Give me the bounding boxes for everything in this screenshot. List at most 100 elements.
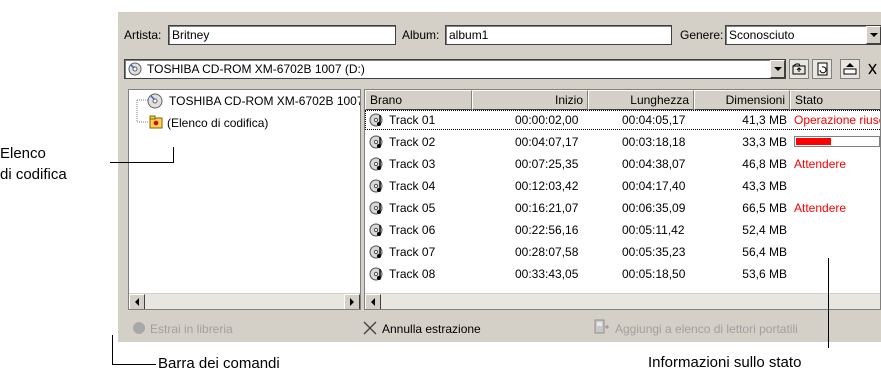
track-size: 53,6 MB — [742, 267, 787, 281]
callout-line-encoding-v — [173, 147, 174, 163]
column-header-track[interactable]: Brano — [365, 90, 472, 110]
album-label: Album: — [402, 28, 440, 42]
list-hscrollbar[interactable] — [365, 293, 880, 309]
music-track-icon — [369, 266, 385, 285]
music-track-icon — [369, 222, 385, 241]
track-name: Track 01 — [389, 113, 436, 127]
drive-select[interactable]: TOSHIBA CD-ROM XM-6702B 1007 (D:) — [124, 59, 786, 79]
cd-icon — [147, 93, 163, 112]
portable-player-icon — [593, 319, 611, 338]
track-start: 00:33:43,05 — [515, 267, 579, 281]
track-row[interactable]: Track 06 00:22:56,16 00:05:11,42 52,4 MB — [365, 220, 880, 241]
track-length: 00:04:17,40 — [622, 179, 686, 193]
callout-command-bar: Barra dei comandi — [158, 355, 280, 372]
track-row[interactable]: Track 07 00:28:07,58 00:05:35,23 56,4 MB — [365, 242, 880, 263]
callout-line-status-v — [828, 258, 829, 348]
callout-line-command-h — [112, 364, 156, 365]
tree-item-cd-drive[interactable]: TOSHIBA CD-ROM XM-6702B 1007 — [169, 94, 360, 108]
eject-icon[interactable] — [840, 59, 860, 79]
track-row[interactable]: Track 03 00:07:25,35 00:04:38,07 46,8 MB Att… — [365, 154, 880, 175]
add-to-portable-list-button[interactable]: Aggiungi a elenco di lettori portatili — [615, 322, 798, 336]
track-start: 00:04:07,17 — [515, 135, 579, 149]
tree-item-encoding-list[interactable]: (Elenco di codifica) — [167, 116, 268, 130]
track-length: 00:03:18,18 — [622, 135, 686, 149]
track-size: 66,5 MB — [742, 201, 787, 215]
track-length: 00:04:38,07 — [622, 157, 686, 171]
track-start: 00:16:21,07 — [515, 201, 579, 215]
column-header-length[interactable]: Lunghezza — [588, 90, 694, 110]
track-name: Track 05 — [389, 201, 436, 215]
track-name: Track 07 — [389, 245, 436, 259]
column-header-size[interactable]: Dimensioni — [694, 90, 790, 110]
track-length: 00:05:18,50 — [622, 267, 686, 281]
app-panel: Artista: Britney Album: album1 Genere: S… — [118, 12, 881, 342]
folder-up-icon[interactable] — [789, 59, 809, 79]
track-name: Track 06 — [389, 223, 436, 237]
track-row[interactable]: Track 01 00:00:02,00 00:04:05,17 41,3 MB Ope… — [365, 110, 880, 131]
track-size: 33,3 MB — [742, 135, 787, 149]
track-name: Track 08 — [389, 267, 436, 281]
track-row[interactable]: Track 02 00:04:07,17 00:03:18,18 33,3 MB — [365, 132, 880, 153]
cd-drive-icon — [128, 62, 142, 79]
track-status: Operazione riuscita — [794, 113, 880, 127]
track-start: 00:07:25,35 — [515, 157, 579, 171]
track-progress-bar — [794, 136, 880, 147]
callout-encoding-list-line2: di codifica — [0, 166, 67, 183]
callout-line-command-v — [112, 335, 113, 365]
track-length: 00:05:11,42 — [622, 223, 685, 237]
music-track-icon — [369, 156, 385, 175]
track-start: 00:22:56,16 — [515, 223, 579, 237]
track-length: 00:05:35,23 — [622, 245, 686, 259]
track-row[interactable]: Track 04 00:12:03,42 00:04:17,40 43,3 MB — [365, 176, 880, 197]
music-track-icon — [369, 112, 385, 131]
cancel-extraction-icon — [362, 320, 378, 339]
tools-icon[interactable] — [866, 60, 881, 81]
track-start: 00:00:02,00 — [515, 113, 579, 127]
track-status: Attendere — [794, 157, 847, 171]
cancel-extraction-button[interactable]: Annulla estrazione — [382, 322, 481, 336]
album-field[interactable]: album1 — [445, 25, 672, 45]
column-header-start[interactable]: Inizio — [472, 90, 588, 110]
genre-label: Genere: — [680, 28, 724, 42]
callout-encoding-list: Elenco di codifica — [0, 143, 67, 185]
track-status: Attendere — [794, 201, 847, 215]
track-start: 00:28:07,58 — [515, 245, 579, 259]
music-track-icon — [369, 244, 385, 263]
scroll-left-icon[interactable] — [365, 294, 381, 309]
track-name: Track 02 — [389, 135, 436, 149]
callout-status-info: Informazioni sullo stato — [648, 354, 802, 371]
track-size: 43,3 MB — [742, 179, 787, 193]
track-name: Track 04 — [389, 179, 436, 193]
track-size: 56,4 MB — [742, 245, 787, 259]
artist-field[interactable]: Britney — [168, 25, 396, 45]
track-size: 52,4 MB — [742, 223, 787, 237]
scroll-left-icon[interactable] — [129, 294, 145, 309]
encoding-tree[interactable]: TOSHIBA CD-ROM XM-6702B 1007 (Elenco di … — [128, 89, 361, 310]
music-track-icon — [369, 178, 385, 197]
artist-label: Artista: — [124, 28, 162, 42]
callout-line-encoding-h — [110, 162, 173, 163]
tree-hscrollbar[interactable] — [129, 293, 360, 309]
track-size: 46,8 MB — [742, 157, 787, 171]
track-size: 41,3 MB — [742, 113, 787, 127]
track-name: Track 03 — [389, 157, 436, 171]
extract-to-library-button[interactable]: Estrai in libreria — [150, 322, 233, 336]
column-header-status[interactable]: Stato — [790, 90, 880, 110]
track-length: 00:04:05,17 — [622, 113, 686, 127]
refresh-icon[interactable] — [812, 59, 832, 79]
track-row[interactable]: Track 08 00:33:43,05 00:05:18,50 53,6 MB — [365, 264, 880, 285]
genre-select[interactable]: Sconosciuto — [725, 25, 881, 45]
track-progress-fill — [796, 138, 832, 145]
drive-select-label: TOSHIBA CD-ROM XM-6702B 1007 (D:) — [147, 62, 365, 76]
track-length: 00:06:35,09 — [622, 201, 686, 215]
extract-icon — [132, 321, 146, 338]
genre-dropdown-button[interactable] — [866, 26, 881, 44]
track-list[interactable]: Brano Inizio Lunghezza Dimensioni Stato … — [364, 89, 881, 310]
encoding-list-icon — [149, 115, 163, 132]
drive-dropdown-button[interactable] — [770, 60, 785, 78]
track-row[interactable]: Track 05 00:16:21,07 00:06:35,09 66,5 MB Att… — [365, 198, 880, 218]
music-track-icon — [369, 134, 385, 153]
callout-encoding-list-line1: Elenco — [0, 145, 46, 162]
scroll-right-icon[interactable] — [344, 294, 360, 309]
track-start: 00:12:03,42 — [515, 179, 579, 193]
